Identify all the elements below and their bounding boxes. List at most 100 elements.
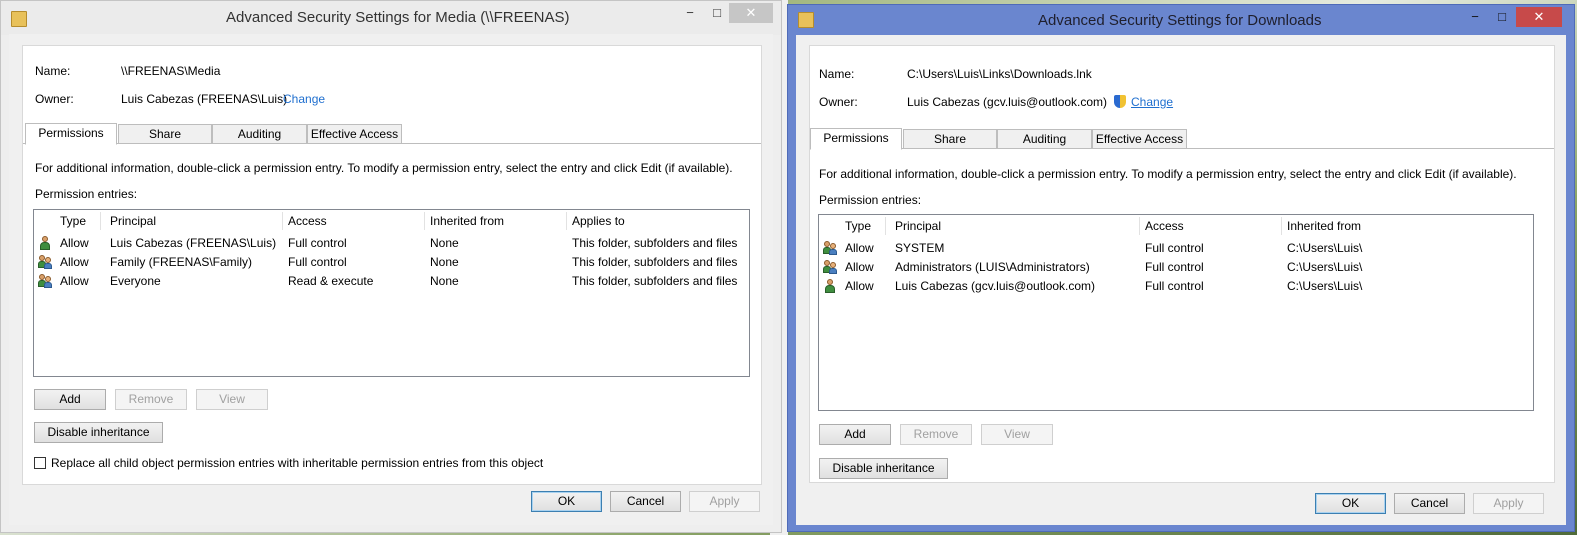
owner-label: Owner: [35, 92, 74, 106]
info-text: For additional information, double-click… [35, 161, 733, 175]
permission-list[interactable]: Type Principal Access Inherited from All… [818, 214, 1534, 411]
view-button[interactable]: View [981, 424, 1053, 445]
tab-share[interactable]: Share [903, 129, 997, 149]
table-row[interactable]: Allow Family (FREENAS\Family) Full contr… [34, 253, 749, 272]
table-row[interactable]: Allow Luis Cabezas (FREENAS\Luis) Full c… [34, 234, 749, 253]
entries-label: Permission entries: [819, 193, 922, 207]
minimize-button[interactable]: − [681, 3, 699, 23]
change-owner-link[interactable]: Change [283, 92, 325, 106]
cell-principal: Administrators (LUIS\Administrators) [895, 260, 1090, 274]
uac-shield-icon [1114, 95, 1126, 108]
maximize-button[interactable]: □ [1493, 7, 1511, 27]
entries-label: Permission entries: [35, 187, 138, 201]
apply-button[interactable]: Apply [689, 491, 760, 512]
ok-button[interactable]: OK [1315, 493, 1386, 514]
cell-type: Allow [845, 260, 874, 274]
ok-button[interactable]: OK [531, 491, 602, 512]
remove-button[interactable]: Remove [115, 389, 187, 410]
change-owner-link[interactable]: Change [1131, 95, 1173, 109]
table-row[interactable]: Allow Administrators (LUIS\Administrator… [819, 258, 1533, 277]
disable-inheritance-button[interactable]: Disable inheritance [819, 458, 948, 479]
column-separator [885, 217, 886, 235]
cell-inherited: C:\Users\Luis\ [1287, 279, 1363, 293]
apply-button[interactable]: Apply [1473, 493, 1544, 514]
table-row[interactable]: Allow Luis Cabezas (gcv.luis@outlook.com… [819, 277, 1533, 296]
tab-effective-access[interactable]: Effective Access [1092, 129, 1187, 149]
cell-access: Full control [288, 255, 347, 269]
column-access[interactable]: Access [1145, 215, 1184, 237]
replace-child-checkbox[interactable] [34, 457, 46, 469]
close-button[interactable]: ✕ [1516, 7, 1562, 27]
cell-type: Allow [60, 255, 89, 269]
tab-permissions[interactable]: Permissions [810, 128, 902, 150]
disable-inheritance-button[interactable]: Disable inheritance [34, 422, 163, 443]
title-bar[interactable]: Advanced Security Settings for Downloads… [788, 5, 1574, 39]
column-type[interactable]: Type [845, 215, 871, 237]
folder-icon [798, 12, 814, 28]
cell-type: Allow [60, 274, 89, 288]
tab-auditing[interactable]: Auditing [212, 124, 307, 144]
cell-inherited: C:\Users\Luis\ [1287, 241, 1363, 255]
cell-principal: Everyone [110, 274, 161, 288]
tab-permissions[interactable]: Permissions [25, 123, 117, 145]
cell-applies: This folder, subfolders and files [572, 274, 738, 288]
group-icon [823, 260, 837, 274]
column-principal[interactable]: Principal [110, 210, 156, 232]
owner-value: Luis Cabezas (FREENAS\Luis) [121, 92, 288, 106]
owner-label: Owner: [819, 95, 858, 109]
dialog-body: Name: C:\Users\Luis\Links\Downloads.lnk … [796, 35, 1566, 525]
column-separator [566, 212, 567, 230]
content-panel: Name: C:\Users\Luis\Links\Downloads.lnk … [809, 45, 1555, 483]
minimize-button[interactable]: − [1466, 7, 1484, 27]
column-inherited-from[interactable]: Inherited from [1287, 215, 1361, 237]
cell-principal: SYSTEM [895, 241, 945, 255]
column-access[interactable]: Access [288, 210, 327, 232]
name-value: \\FREENAS\Media [121, 64, 221, 78]
column-inherited-from[interactable]: Inherited from [430, 210, 504, 232]
cell-principal: Luis Cabezas (FREENAS\Luis) [110, 236, 277, 250]
cell-access: Full control [1145, 241, 1204, 255]
maximize-button[interactable]: □ [708, 3, 726, 23]
column-separator [424, 212, 425, 230]
cancel-button[interactable]: Cancel [1394, 493, 1465, 514]
cell-type: Allow [845, 279, 874, 293]
remove-button[interactable]: Remove [900, 424, 972, 445]
content-panel: Name: \\FREENAS\Media Owner: Luis Cabeza… [22, 45, 762, 485]
tab-effective-access[interactable]: Effective Access [307, 124, 402, 144]
table-row[interactable]: Allow SYSTEM Full control C:\Users\Luis\ [819, 239, 1533, 258]
cell-inherited: None [430, 236, 459, 250]
dialog-body: Name: \\FREENAS\Media Owner: Luis Cabeza… [9, 34, 773, 525]
add-button[interactable]: Add [34, 389, 106, 410]
table-row[interactable]: Allow Everyone Read & execute None This … [34, 272, 749, 291]
info-text: For additional information, double-click… [819, 167, 1517, 181]
column-applies-to[interactable]: Applies to [572, 210, 625, 232]
owner-value: Luis Cabezas (gcv.luis@outlook.com) [907, 95, 1108, 109]
cell-principal: Family (FREENAS\Family) [110, 255, 253, 269]
window-title: Advanced Security Settings for Media (\\… [226, 9, 570, 26]
add-button[interactable]: Add [819, 424, 891, 445]
tab-auditing[interactable]: Auditing [997, 129, 1092, 149]
folder-icon [11, 11, 27, 27]
cancel-button[interactable]: Cancel [610, 491, 681, 512]
window-downloads-security: Advanced Security Settings for Downloads… [787, 4, 1575, 532]
cell-principal: Luis Cabezas (gcv.luis@outlook.com) [895, 279, 1096, 293]
tab-share[interactable]: Share [118, 124, 212, 144]
view-button[interactable]: View [196, 389, 268, 410]
window-title: Advanced Security Settings for Downloads [1038, 12, 1322, 29]
cell-access: Full control [1145, 279, 1204, 293]
column-type[interactable]: Type [60, 210, 86, 232]
cell-access: Full control [1145, 260, 1204, 274]
group-icon [38, 274, 52, 288]
title-bar[interactable]: Advanced Security Settings for Media (\\… [1, 1, 781, 35]
window-media-security: Advanced Security Settings for Media (\\… [0, 0, 782, 533]
permission-list[interactable]: Type Principal Access Inherited from App… [33, 209, 750, 377]
column-separator [282, 212, 283, 230]
close-button[interactable]: ✕ [729, 3, 773, 23]
column-separator [1139, 217, 1140, 235]
user-icon [39, 236, 51, 250]
group-icon [823, 241, 837, 255]
column-principal[interactable]: Principal [895, 215, 941, 237]
cell-applies: This folder, subfolders and files [572, 236, 738, 250]
cell-inherited: None [430, 274, 459, 288]
column-separator [1281, 217, 1282, 235]
